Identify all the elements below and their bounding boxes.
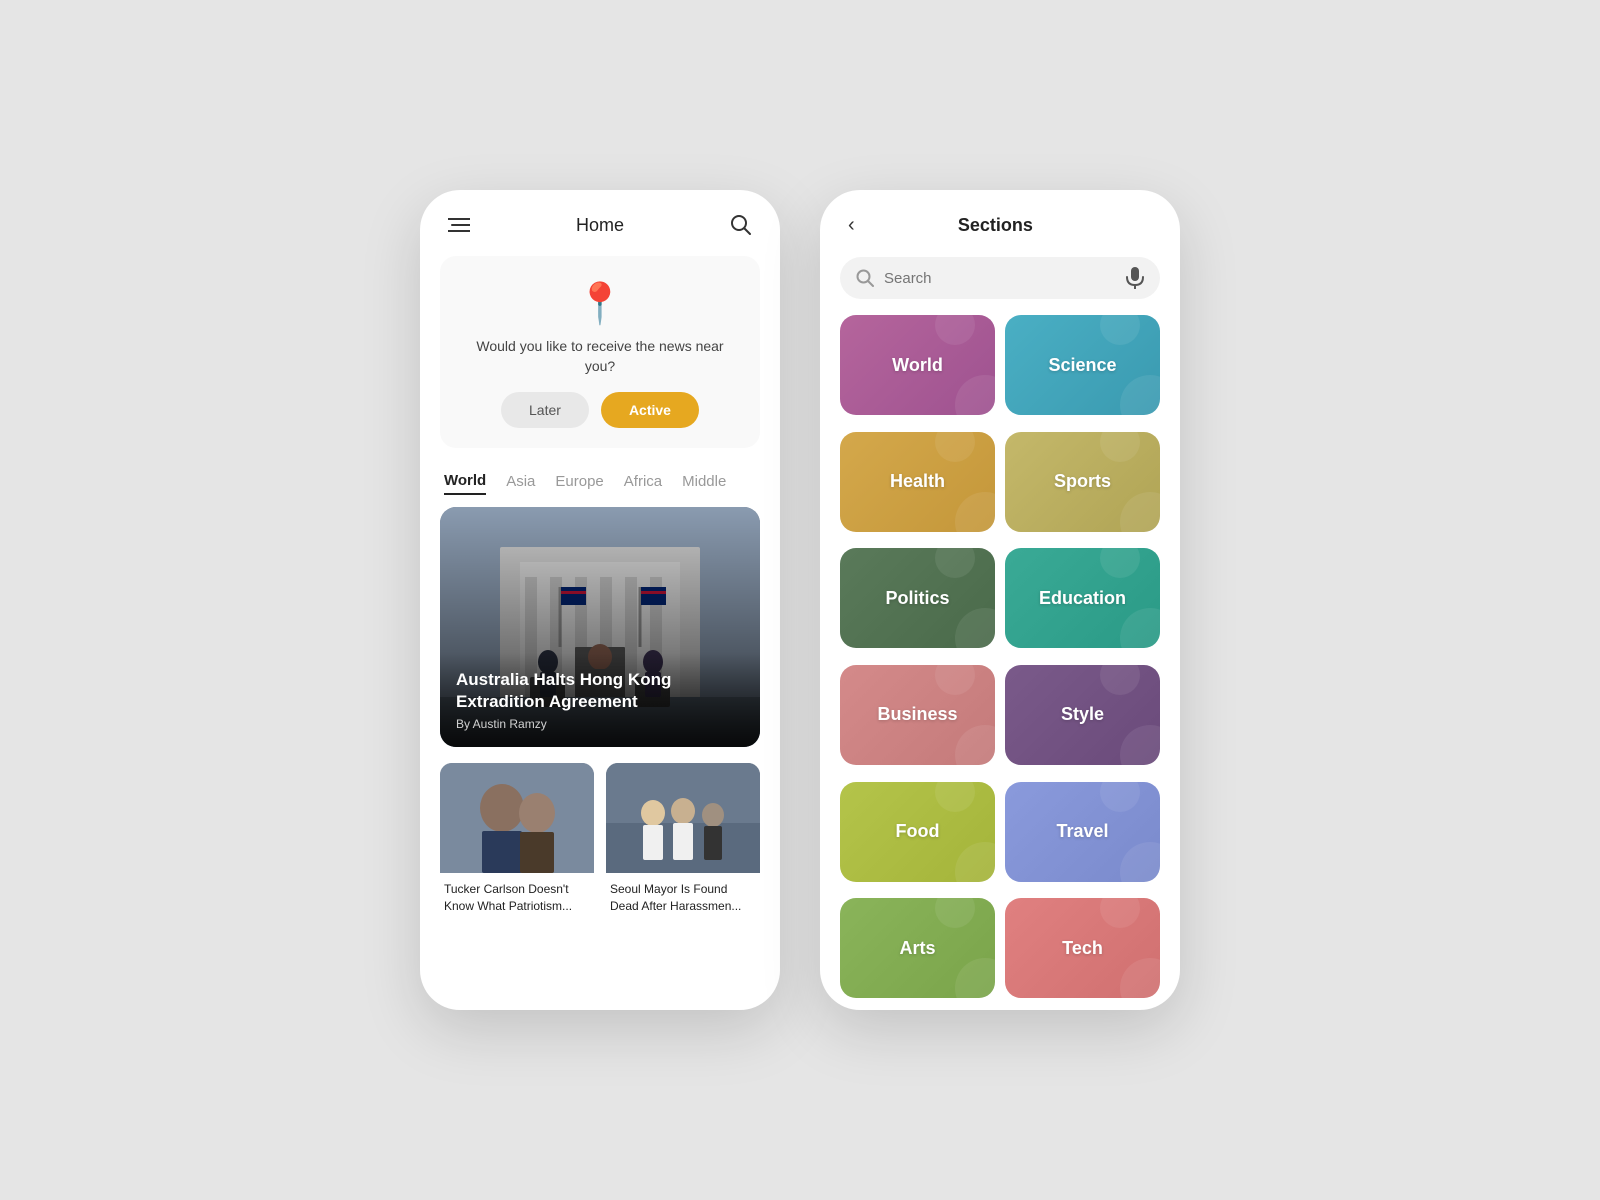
section-label-style: Style: [1061, 704, 1104, 725]
section-label-food: Food: [896, 821, 940, 842]
later-button[interactable]: Later: [501, 392, 589, 428]
menu-button[interactable]: [444, 213, 474, 237]
small-article-1-image: [440, 763, 594, 873]
left-header: Home: [420, 190, 780, 256]
small-article-2[interactable]: Seoul Mayor Is Found Dead After Harassme…: [606, 763, 760, 915]
section-label-travel: Travel: [1056, 821, 1108, 842]
search-icon: [856, 269, 874, 287]
right-phone: ‹ Sections World Science Health Sports Polit…: [820, 190, 1180, 1010]
section-label-science: Science: [1048, 355, 1116, 376]
location-icon: 📍: [460, 280, 740, 327]
section-label-world: World: [892, 355, 943, 376]
category-tab-world[interactable]: World: [444, 472, 486, 495]
left-phone: Home 📍 Would you like to receive the new…: [420, 190, 780, 1010]
section-label-business: Business: [877, 704, 957, 725]
section-label-sports: Sports: [1054, 471, 1111, 492]
category-tabs: World Asia Europe Africa Middle: [420, 464, 780, 507]
location-card: 📍 Would you like to receive the news nea…: [440, 256, 760, 448]
small-article-1[interactable]: Tucker Carlson Doesn't Know What Patriot…: [440, 763, 594, 915]
section-card-health[interactable]: Health: [840, 432, 995, 532]
section-label-tech: Tech: [1062, 938, 1103, 959]
section-card-tech[interactable]: Tech: [1005, 898, 1160, 998]
section-card-business[interactable]: Business: [840, 665, 995, 765]
location-btn-row: Later Active: [460, 392, 740, 428]
section-card-style[interactable]: Style: [1005, 665, 1160, 765]
main-article-author: By Austin Ramzy: [456, 717, 744, 731]
small-article-2-image: [606, 763, 760, 873]
category-tab-europe[interactable]: Europe: [555, 472, 603, 495]
search-bar[interactable]: [840, 257, 1160, 299]
small-articles-row: Tucker Carlson Doesn't Know What Patriot…: [440, 763, 760, 915]
section-card-politics[interactable]: Politics: [840, 548, 995, 648]
location-message: Would you like to receive the news near …: [460, 337, 740, 376]
back-button[interactable]: ‹: [840, 210, 863, 241]
section-card-arts[interactable]: Arts: [840, 898, 995, 998]
mic-icon: [1126, 267, 1144, 289]
section-label-education: Education: [1039, 588, 1126, 609]
home-title: Home: [576, 215, 624, 236]
news-section: Australia Halts Hong Kong Extradition Ag…: [420, 507, 780, 1010]
small-article-1-headline: Tucker Carlson Doesn't Know What Patriot…: [440, 873, 594, 915]
category-tab-middle[interactable]: Middle: [682, 472, 726, 495]
section-card-world[interactable]: World: [840, 315, 995, 415]
sections-title: Sections: [875, 215, 1116, 236]
section-card-education[interactable]: Education: [1005, 548, 1160, 648]
search-button-left[interactable]: [726, 210, 756, 240]
section-card-sports[interactable]: Sports: [1005, 432, 1160, 532]
active-button[interactable]: Active: [601, 392, 699, 428]
main-article-image: Australia Halts Hong Kong Extradition Ag…: [440, 507, 760, 747]
category-tab-africa[interactable]: Africa: [624, 472, 662, 495]
section-label-health: Health: [890, 471, 945, 492]
right-header: ‹ Sections: [820, 190, 1180, 253]
main-article-overlay: Australia Halts Hong Kong Extradition Ag…: [440, 653, 760, 747]
main-article-headline: Australia Halts Hong Kong Extradition Ag…: [456, 669, 744, 713]
search-input[interactable]: [884, 270, 1116, 287]
section-label-politics: Politics: [885, 588, 949, 609]
category-tab-asia[interactable]: Asia: [506, 472, 535, 495]
sections-grid: World Science Health Sports Politics Educatio…: [820, 315, 1180, 1005]
section-card-food[interactable]: Food: [840, 782, 995, 882]
section-card-science[interactable]: Science: [1005, 315, 1160, 415]
section-card-travel[interactable]: Travel: [1005, 782, 1160, 882]
small-article-2-headline: Seoul Mayor Is Found Dead After Harassme…: [606, 873, 760, 915]
section-label-arts: Arts: [899, 938, 935, 959]
main-article-card[interactable]: Australia Halts Hong Kong Extradition Ag…: [440, 507, 760, 747]
